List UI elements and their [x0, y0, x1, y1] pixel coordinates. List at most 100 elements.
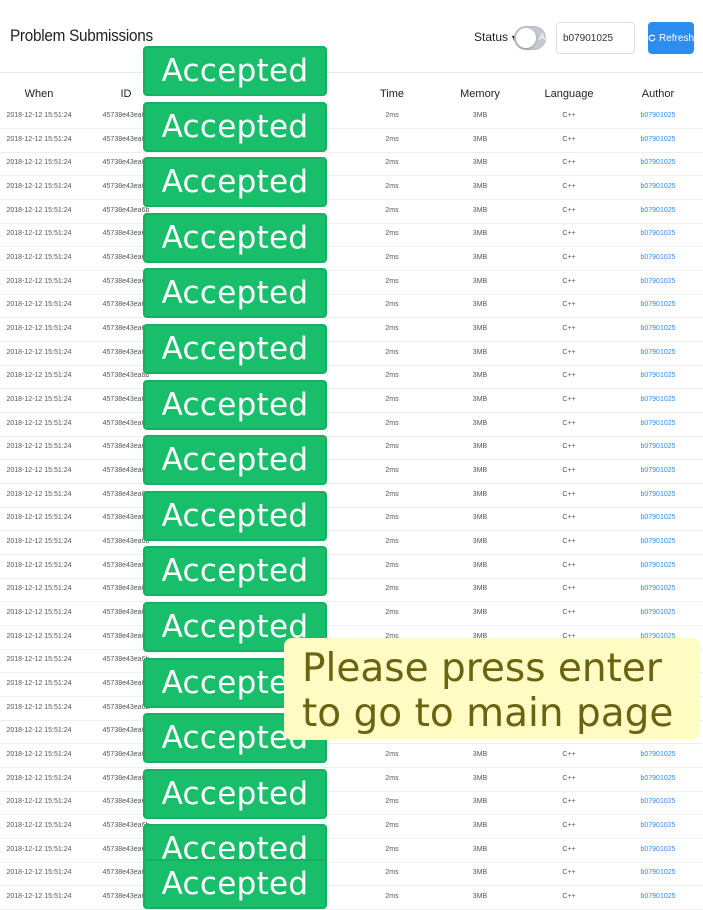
- cell-language: C++: [562, 490, 576, 498]
- cell-author[interactable]: b07901025: [640, 467, 675, 474]
- cell-when: 2018-12-12 15:51:24: [6, 396, 72, 403]
- author-search-input[interactable]: [556, 22, 635, 54]
- cell-language: C++: [562, 538, 576, 545]
- cell-author[interactable]: b07901025: [640, 585, 675, 592]
- cell-author[interactable]: b07901025: [640, 420, 675, 427]
- table-row: 2018-12-12 15:51:2445738e43ea6b2ms3MBC++…: [0, 388, 703, 413]
- cell-author[interactable]: b07901025: [640, 443, 675, 450]
- cell-author[interactable]: b07901025: [640, 893, 675, 900]
- cell-when: 2018-12-12 15:51:24: [6, 254, 72, 261]
- prompt-line-2: to go to main page: [302, 691, 674, 736]
- cell-author[interactable]: b07901025: [640, 278, 675, 285]
- cell-author[interactable]: b07901025: [640, 775, 675, 782]
- cell-when: 2018-12-12 15:51:24: [6, 632, 72, 640]
- page-title: Problem Submissions: [10, 26, 153, 45]
- main-page-prompt: Please press enter to go to main page: [284, 638, 700, 740]
- toggle-label: All: [539, 32, 550, 42]
- show-all-toggle[interactable]: All: [514, 26, 550, 50]
- cell-author[interactable]: b07901025: [640, 751, 675, 758]
- cell-author[interactable]: b07901025: [640, 822, 675, 829]
- cell-author[interactable]: b07901025: [640, 396, 675, 403]
- cell-when: 2018-12-12 15:51:24: [6, 656, 72, 664]
- cell-time: 2ms: [385, 774, 399, 782]
- cell-author[interactable]: b07901025: [640, 538, 675, 545]
- cell-when: 2018-12-12 15:51:24: [6, 869, 72, 877]
- cell-time: 2ms: [385, 443, 399, 451]
- cell-language: C++: [562, 869, 576, 877]
- cell-when: 2018-12-12 15:51:24: [6, 277, 72, 285]
- cell-language: C++: [562, 751, 576, 758]
- cell-author[interactable]: b07901025: [640, 183, 675, 190]
- cell-author[interactable]: b07901025: [640, 159, 675, 166]
- cell-language: C++: [562, 254, 576, 261]
- cell-when: 2018-12-12 15:51:24: [6, 159, 72, 167]
- table-row: 2018-12-12 15:51:2445738e43ea6b2ms3MBC++…: [0, 317, 703, 342]
- cell-memory: 3MB: [472, 609, 488, 616]
- cell-time: 2ms: [385, 112, 399, 119]
- cell-time: 2ms: [385, 514, 399, 522]
- cell-language: C++: [562, 443, 576, 451]
- table-row: 2018-12-12 15:51:2445738e43ea6b2ms3MBC++…: [0, 246, 703, 271]
- cell-author[interactable]: b07901025: [640, 562, 675, 569]
- cell-author[interactable]: b07901025: [640, 846, 675, 853]
- cell-author[interactable]: b07901025: [640, 254, 675, 261]
- cell-author[interactable]: b07901025: [640, 372, 675, 379]
- cell-language: C++: [562, 230, 576, 238]
- cell-author[interactable]: b07901025: [640, 136, 675, 143]
- cell-time: 2ms: [385, 869, 399, 877]
- cell-author[interactable]: b07901025: [640, 514, 675, 521]
- cell-when: 2018-12-12 15:51:24: [6, 727, 72, 735]
- cell-author[interactable]: b07901025: [640, 325, 675, 332]
- accepted-badge: Accepted: [143, 212, 327, 263]
- cell-when: 2018-12-12 15:51:24: [6, 372, 72, 380]
- cell-id: 45738e43ea6b: [102, 372, 150, 380]
- cell-language: C++: [562, 135, 576, 143]
- cell-author[interactable]: b07901025: [640, 609, 675, 616]
- refresh-button[interactable]: Refresh: [648, 22, 694, 54]
- table-row: 2018-12-12 15:51:2445738e43ea6b2ms3MBC++…: [0, 222, 703, 248]
- cell-memory: 3MB: [472, 135, 488, 143]
- toggle-knob: [516, 28, 536, 48]
- cell-memory: 3MB: [472, 348, 488, 356]
- cell-when: 2018-12-12 15:51:24: [6, 443, 72, 451]
- cell-language: C++: [562, 774, 576, 782]
- cell-language: C++: [562, 585, 576, 593]
- cell-memory: 3MB: [472, 183, 488, 190]
- table-row: 2018-12-12 15:51:2445738e43ea6b2ms3MBC++…: [0, 459, 703, 484]
- cell-author[interactable]: b07901025: [640, 301, 675, 308]
- table-row: 2018-12-12 15:51:2445738e43ea6b2ms3MBC++…: [0, 483, 703, 508]
- column-header-language: Language: [544, 88, 594, 100]
- status-filter-dropdown[interactable]: Status▼: [474, 30, 519, 44]
- cell-memory: 3MB: [472, 254, 488, 261]
- cell-when: 2018-12-12 15:51:24: [6, 514, 72, 522]
- table-row: 2018-12-12 15:51:2445738e43ea6b2ms3MBC++…: [0, 293, 703, 319]
- refresh-label: Refresh: [658, 32, 694, 44]
- cell-time: 2ms: [385, 467, 399, 474]
- cell-time: 2ms: [385, 609, 399, 616]
- table-row: 2018-12-12 15:51:2445738e43ea6b2ms3MBC++…: [0, 104, 703, 129]
- column-header-when: When: [24, 88, 54, 100]
- cell-when: 2018-12-12 15:51:24: [6, 585, 72, 593]
- cell-author[interactable]: b07901025: [640, 207, 675, 214]
- cell-time: 2ms: [385, 893, 399, 900]
- cell-when: 2018-12-12 15:51:24: [6, 703, 72, 711]
- cell-when: 2018-12-12 15:51:24: [6, 751, 72, 758]
- table-row: 2018-12-12 15:51:2445738e43ea6b2ms3MBC++…: [0, 601, 703, 626]
- cell-memory: 3MB: [472, 372, 488, 380]
- accepted-badge: Accepted: [143, 379, 327, 430]
- cell-author[interactable]: b07901025: [640, 349, 675, 356]
- cell-when: 2018-12-12 15:51:24: [6, 301, 72, 309]
- cell-author[interactable]: b07901025: [640, 798, 675, 805]
- cell-author[interactable]: b07901025: [640, 230, 675, 237]
- cell-author[interactable]: b07901025: [640, 491, 675, 498]
- cell-author[interactable]: b07901025: [640, 869, 675, 876]
- table-row: 2018-12-12 15:51:2445738e43ea6b2ms3MBC++…: [0, 151, 703, 177]
- cell-when: 2018-12-12 15:51:24: [6, 206, 72, 214]
- cell-when: 2018-12-12 15:51:24: [6, 183, 72, 190]
- table-row: 2018-12-12 15:51:2445738e43ea6b2ms3MBC++…: [0, 128, 703, 153]
- cell-when: 2018-12-12 15:51:24: [6, 112, 72, 119]
- cell-language: C++: [562, 183, 576, 190]
- column-header-time: Time: [379, 88, 405, 100]
- column-header-memory: Memory: [460, 88, 500, 100]
- cell-author[interactable]: b07901025: [640, 112, 675, 119]
